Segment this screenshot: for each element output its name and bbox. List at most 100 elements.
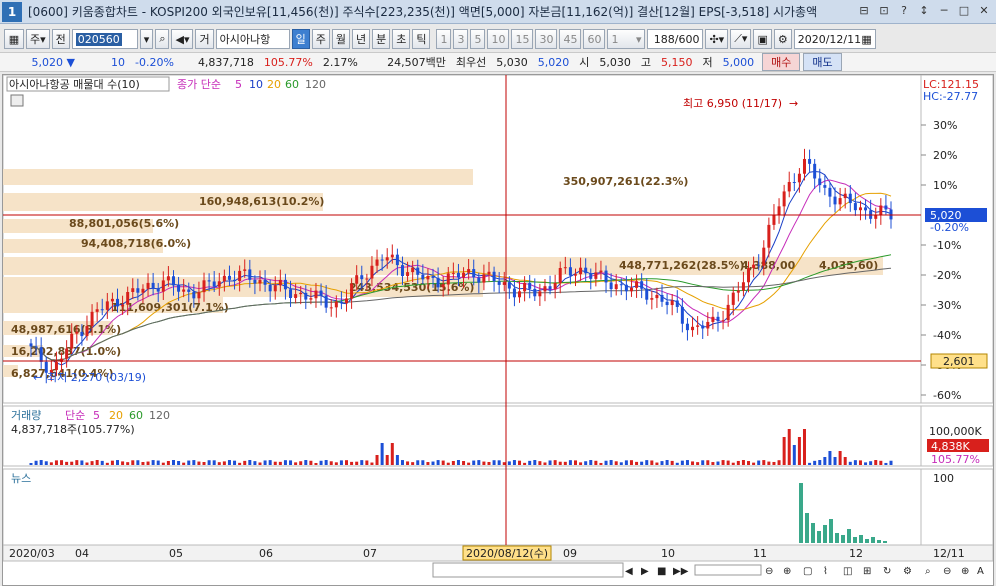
quote-change: 10 <box>111 55 125 69</box>
minimize-icon[interactable]: ─ <box>936 3 952 19</box>
interval-select[interactable]: 1 ▾ <box>607 29 646 49</box>
news-bar <box>829 519 833 543</box>
scroll-next-icon[interactable]: ▶ <box>641 566 649 577</box>
scroll-track[interactable] <box>432 562 624 578</box>
period-tab-second[interactable]: 초 <box>392 29 411 49</box>
candle-body <box>736 290 740 293</box>
chart-icon[interactable]: ◫ <box>843 566 852 577</box>
code-dropdown-icon[interactable]: ▾ <box>139 29 154 49</box>
chart-canvas[interactable]: 350,907,261(22.3%) 160,948,613(10.2%) 88,8… <box>2 74 994 585</box>
news-pane[interactable] <box>2 468 922 546</box>
volume-bar <box>360 460 364 465</box>
candle-body <box>782 191 786 207</box>
chart-tool-icon[interactable]: ✣▾ <box>705 29 729 49</box>
candle-body <box>609 282 613 290</box>
prev-button[interactable]: 전 <box>51 29 70 49</box>
tile-icon[interactable]: ⊟ <box>856 3 872 19</box>
interval-15[interactable]: 15 <box>511 29 534 49</box>
maximize-icon[interactable]: □ <box>956 3 972 19</box>
plus-icon[interactable]: ⊕ <box>961 566 969 577</box>
zoom-out-icon[interactable]: ⊖ <box>765 566 773 577</box>
buy-button[interactable]: 매수 <box>762 53 801 71</box>
volume-bar <box>273 461 277 465</box>
capture-icon[interactable]: ▢ <box>803 566 812 577</box>
candle-body <box>39 347 43 362</box>
letter-a-icon[interactable]: A <box>977 566 984 577</box>
candle-body <box>400 265 404 277</box>
period-tab-week[interactable]: 주 <box>311 29 330 49</box>
volume-bar <box>843 457 847 465</box>
volume-bar <box>121 461 125 465</box>
line-icon[interactable]: ⌇ <box>823 566 828 577</box>
candle-body <box>141 288 145 293</box>
search-small-icon[interactable]: ⌕ <box>925 566 931 577</box>
interval-3[interactable]: 3 <box>453 29 469 49</box>
zoom-in-icon[interactable]: ⊕ <box>783 566 791 577</box>
scroll-prev-icon[interactable]: ◀ <box>625 566 633 577</box>
grid-icon[interactable]: ▦ <box>4 29 24 49</box>
candle-body <box>238 270 242 282</box>
candle-body <box>757 264 761 266</box>
help-icon[interactable]: ? <box>896 3 912 19</box>
zoom-slider[interactable] <box>694 564 762 576</box>
candle-body <box>253 279 257 284</box>
save-icon[interactable]: ▣ <box>753 29 772 49</box>
link-icon[interactable]: ⊡ <box>876 3 892 19</box>
period-tab-tick[interactable]: 틱 <box>412 29 431 49</box>
trend-tool-icon[interactable]: ⟋▾ <box>730 29 752 49</box>
group-button[interactable]: 거 <box>195 29 214 49</box>
volume-bar <box>487 461 491 465</box>
search-icon[interactable]: ⌕ <box>155 29 170 49</box>
candle-body <box>675 300 679 307</box>
interval-5[interactable]: 5 <box>470 29 486 49</box>
close-icon[interactable]: ✕ <box>976 3 992 19</box>
period-tab-day[interactable]: 일 <box>291 29 310 49</box>
volume-bar <box>797 437 801 465</box>
candle-body <box>523 282 527 292</box>
minus-icon[interactable]: ⊖ <box>943 566 951 577</box>
sell-button[interactable]: 매도 <box>803 53 842 71</box>
volume-bar <box>589 460 593 465</box>
volume-bar <box>665 460 669 465</box>
volume-bar <box>54 460 58 465</box>
interval-30[interactable]: 30 <box>535 29 558 49</box>
refresh-icon[interactable]: ↻ <box>883 566 891 577</box>
line-tag-text: 2,601 <box>943 355 975 368</box>
interval-1[interactable]: 1 <box>436 29 452 49</box>
volume-bar <box>44 461 48 465</box>
date-input[interactable]: 2020/12/11 ▦ <box>793 29 876 49</box>
period-tab-month[interactable]: 월 <box>331 29 350 49</box>
settings-small-icon[interactable]: ⊞ <box>863 566 871 577</box>
interval-60[interactable]: 60 <box>583 29 606 49</box>
interval-10[interactable]: 10 <box>487 29 510 49</box>
candle-body <box>467 269 471 273</box>
resize-icon[interactable]: ↕ <box>916 3 932 19</box>
period-tab-year[interactable]: 년 <box>351 29 371 49</box>
candle-body <box>818 178 822 186</box>
period-tab-minute[interactable]: 분 <box>372 29 391 49</box>
candle-body <box>701 325 705 329</box>
stock-code-input[interactable]: 020560 <box>71 29 138 49</box>
volume-bar <box>182 462 186 465</box>
candle-body <box>299 292 303 295</box>
table-icon[interactable] <box>10 94 24 107</box>
candle-body <box>85 326 89 337</box>
fast-forward-icon[interactable]: ▶▶ <box>673 566 689 577</box>
candle-body <box>110 298 114 302</box>
candle-body <box>350 283 354 299</box>
count-input[interactable]: 188/600 <box>647 29 704 49</box>
candle-body <box>105 301 109 310</box>
stop-icon[interactable]: ■ <box>657 566 666 577</box>
hc-label: HC:-27.77 <box>923 90 978 103</box>
volume-bar <box>146 461 150 465</box>
settings-icon[interactable]: ⚙ <box>773 29 792 49</box>
calendar-icon[interactable]: ▦ <box>861 33 871 46</box>
tool-icon[interactable]: ⚙ <box>903 566 912 577</box>
type-select[interactable]: 주 ▾ <box>26 29 50 49</box>
volume-bar <box>853 460 857 465</box>
sound-icon[interactable]: ◀▾ <box>171 29 194 49</box>
volume-bar <box>451 460 455 465</box>
chart-area[interactable]: 350,907,261(22.3%) 160,948,613(10.2%) 88,8… <box>2 74 994 586</box>
interval-45[interactable]: 45 <box>559 29 582 49</box>
candle-body <box>660 294 664 302</box>
